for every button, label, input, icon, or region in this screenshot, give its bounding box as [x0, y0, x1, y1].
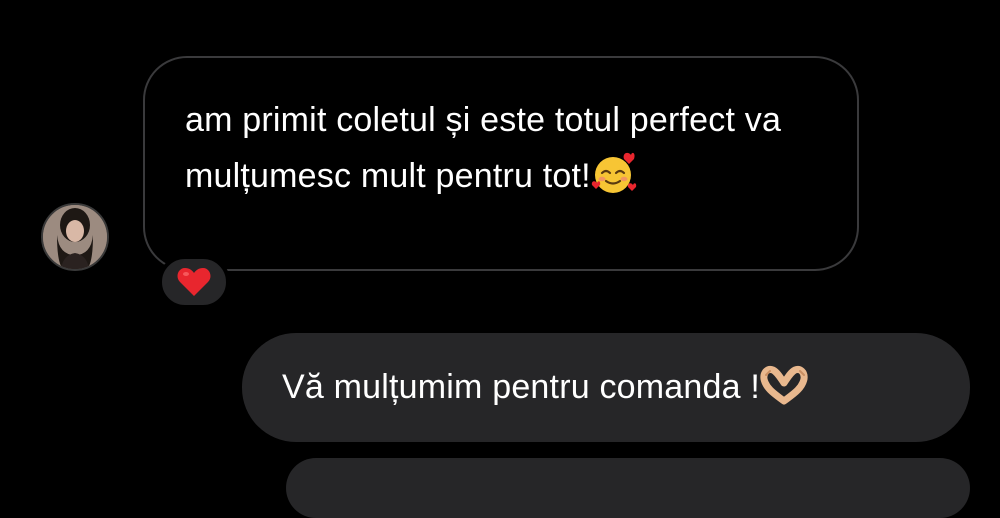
outgoing-message-bubble[interactable]: Vă mulțumim pentru comanda ! — [242, 333, 970, 442]
heart-hands-icon — [760, 365, 808, 410]
heart-reaction-badge[interactable] — [158, 255, 230, 309]
avatar-photo-icon — [43, 205, 107, 269]
incoming-message-text: am primit coletul și este totul perfect … — [185, 92, 817, 212]
red-heart-icon — [177, 268, 211, 296]
outgoing-message-text: Vă mulțumim pentru comanda ! — [282, 368, 761, 406]
sender-avatar[interactable] — [41, 203, 109, 271]
next-outgoing-message-bubble[interactable] — [286, 458, 970, 518]
incoming-text-line-1: am primit coletul și este totul — [185, 101, 630, 139]
incoming-message-bubble[interactable]: am primit coletul și este totul perfect … — [143, 56, 859, 271]
incoming-text-line-3: tot! — [542, 157, 591, 195]
smiling-face-with-hearts-icon — [591, 151, 639, 212]
